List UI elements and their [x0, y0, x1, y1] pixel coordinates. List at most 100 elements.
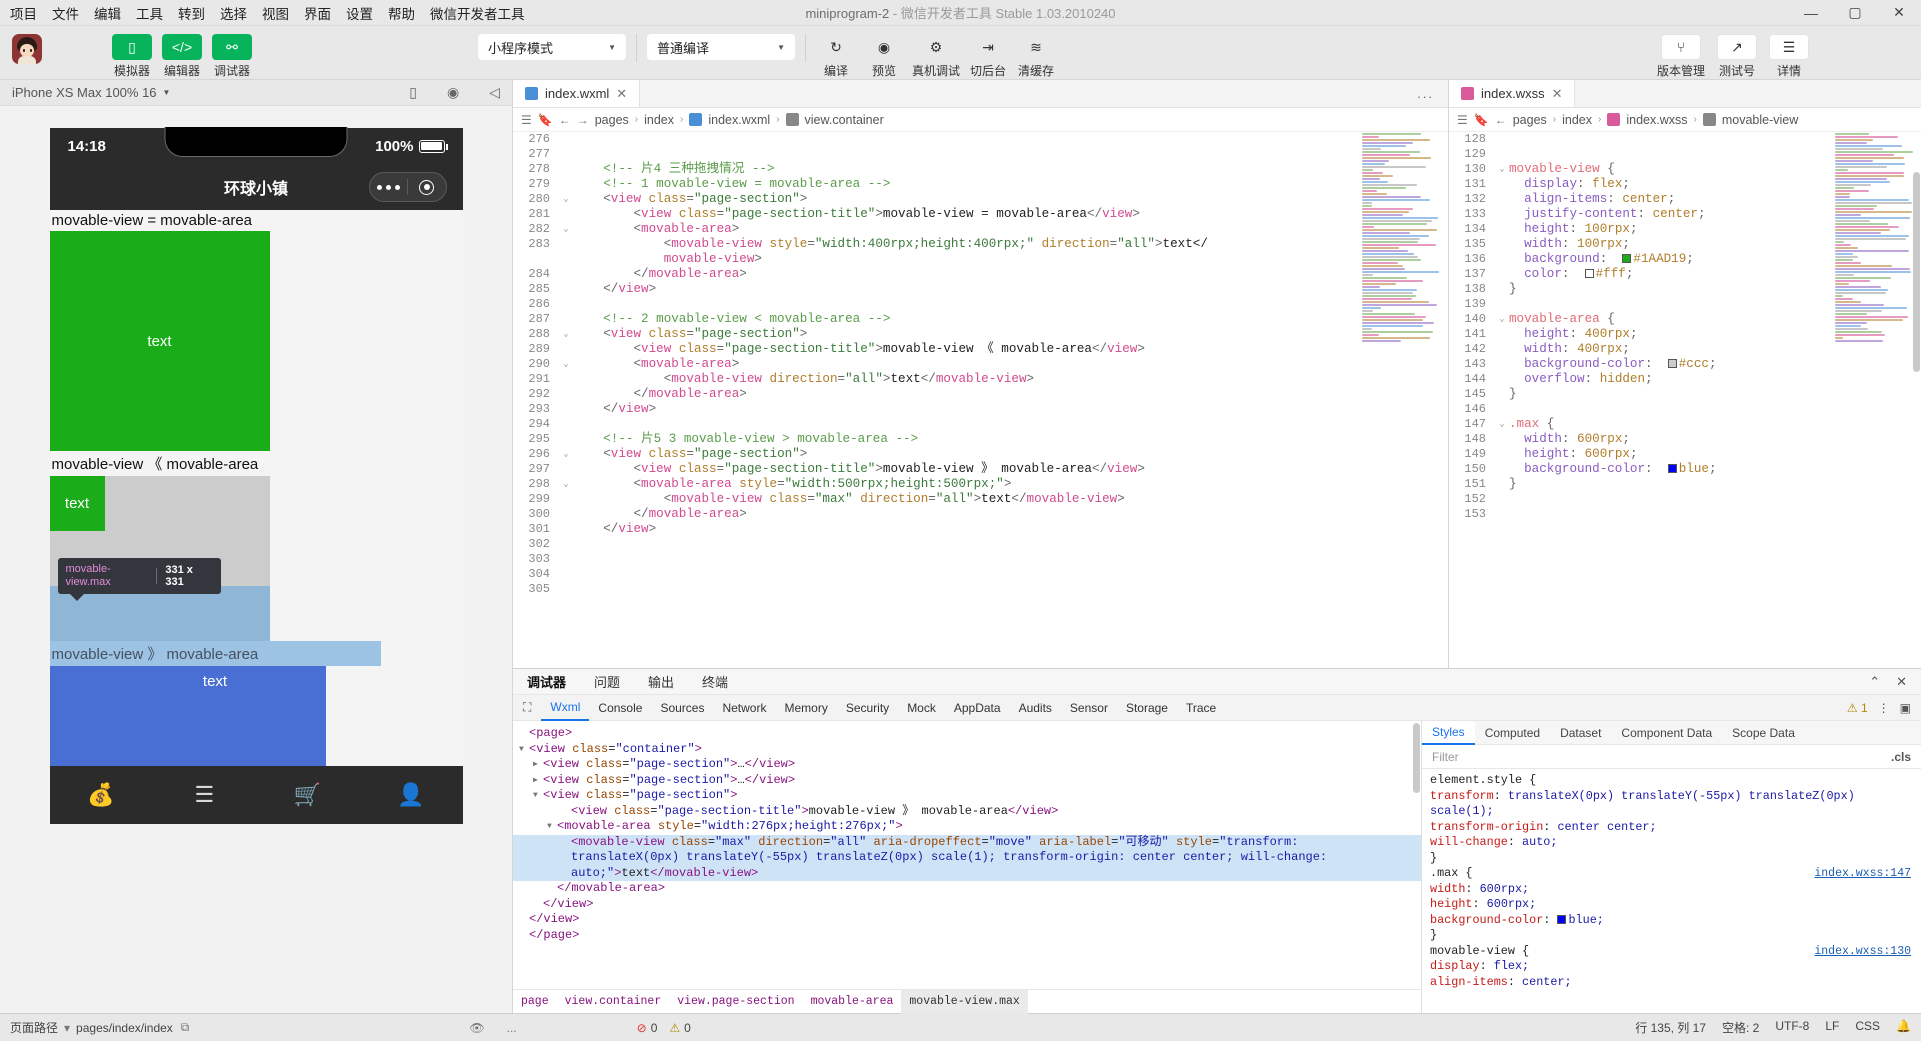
menu-item-7[interactable]: 界面 — [304, 3, 331, 23]
code-line[interactable]: 298⌄ <movable-area style="width:500rpx;h… — [513, 477, 1448, 492]
color-swatch[interactable] — [1557, 915, 1566, 924]
fold-toggle[interactable] — [559, 387, 573, 402]
action-button-1[interactable]: ◉预览 — [864, 34, 904, 79]
devtools-top-tab-0[interactable]: 调试器 — [513, 672, 580, 691]
fold-toggle[interactable] — [559, 552, 573, 567]
devtools-tab-security[interactable]: Security — [837, 695, 898, 721]
bookmark-icon[interactable]: 🔖 — [538, 113, 553, 127]
back-icon[interactable]: ← — [559, 113, 571, 127]
fold-toggle[interactable] — [1495, 252, 1509, 267]
more-icon[interactable]: ⋮ — [1878, 701, 1890, 715]
expand-arrow-icon[interactable] — [519, 726, 529, 742]
fold-toggle[interactable] — [559, 162, 573, 177]
fold-toggle[interactable]: ⌄ — [559, 357, 573, 372]
color-swatch[interactable] — [1668, 359, 1677, 368]
fold-toggle[interactable] — [559, 297, 573, 312]
close-icon[interactable]: ✕ — [616, 86, 627, 102]
menu-item-3[interactable]: 工具 — [136, 3, 163, 23]
avatar[interactable] — [12, 34, 42, 64]
maximize-icon[interactable]: ▢ — [1833, 0, 1877, 26]
devtools-tab-network[interactable]: Network — [713, 695, 775, 721]
expand-arrow-icon[interactable] — [533, 897, 543, 913]
bell-icon[interactable]: 🔔 — [1896, 1019, 1911, 1036]
volume-icon[interactable]: ◁ — [489, 84, 500, 101]
code-line[interactable]: 289 <view class="page-section-title">mov… — [513, 342, 1448, 357]
code-line[interactable]: 299 <movable-view class="max" direction=… — [513, 492, 1448, 507]
menu-item-1[interactable]: 文件 — [52, 3, 79, 23]
code-line[interactable]: 300 </movable-area> — [513, 507, 1448, 522]
dom-crumb-4[interactable]: movable-view.max — [901, 990, 1027, 1014]
menu-item-5[interactable]: 选择 — [220, 3, 247, 23]
crumb-pages[interactable]: pages — [1513, 113, 1547, 127]
fold-toggle[interactable] — [559, 267, 573, 282]
device-select-value[interactable]: iPhone XS Max 100% 16 — [12, 85, 157, 100]
back-icon[interactable]: ← — [1495, 113, 1507, 127]
fold-toggle[interactable] — [559, 522, 573, 537]
fold-toggle[interactable] — [559, 237, 573, 252]
code-line[interactable]: 297 <view class="page-section-title">mov… — [513, 462, 1448, 477]
close-circle-icon[interactable] — [408, 180, 446, 195]
fold-toggle[interactable] — [559, 432, 573, 447]
styles-rules[interactable]: element.style { transform: translateX(0p… — [1422, 769, 1921, 1013]
code-line[interactable]: 285 </view> — [513, 282, 1448, 297]
wxss-minimap[interactable] — [1829, 132, 1921, 668]
devtools-tab-storage[interactable]: Storage — [1117, 695, 1177, 721]
minimize-icon[interactable]: — — [1789, 0, 1833, 26]
fold-toggle[interactable] — [1495, 177, 1509, 192]
fold-toggle[interactable] — [559, 417, 573, 432]
wxss-code-view[interactable]: 128129130⌄movable-view {131 display: fle… — [1449, 132, 1921, 668]
style-declaration[interactable]: align-items: center; — [1430, 975, 1921, 991]
tab-money[interactable]: 💰 — [50, 782, 153, 808]
style-declaration[interactable]: } — [1430, 928, 1921, 944]
status-path-value[interactable]: pages/index/index — [76, 1021, 173, 1035]
dom-node[interactable]: ▼<view class="container"> — [513, 742, 1421, 758]
code-line[interactable]: 302 — [513, 537, 1448, 552]
dom-crumb-1[interactable]: view.container — [557, 990, 670, 1014]
menu-item-10[interactable]: 微信开发者工具 — [430, 3, 525, 23]
crumb-file[interactable]: index.wxml — [708, 113, 770, 127]
fold-toggle[interactable] — [559, 582, 573, 597]
fold-toggle[interactable]: ⌄ — [1495, 162, 1509, 177]
expand-arrow-icon[interactable] — [547, 881, 557, 897]
fold-toggle[interactable] — [1495, 222, 1509, 237]
fold-toggle[interactable] — [559, 132, 573, 147]
copy-icon[interactable]: ⧉ — [181, 1020, 190, 1035]
fold-toggle[interactable] — [559, 537, 573, 552]
style-declaration[interactable]: background-color: blue; — [1430, 913, 1921, 929]
expand-arrow-icon[interactable] — [561, 835, 571, 851]
dom-scrollbar[interactable] — [1411, 721, 1421, 989]
fold-toggle[interactable] — [1495, 387, 1509, 402]
code-line[interactable]: 293 </view> — [513, 402, 1448, 417]
chevron-down-icon[interactable]: ▾ — [64, 1021, 70, 1035]
fold-toggle[interactable]: ⌄ — [559, 477, 573, 492]
styles-tab-4[interactable]: Scope Data — [1722, 721, 1805, 745]
code-line[interactable]: 280⌄ <view class="page-section"> — [513, 192, 1448, 207]
code-line[interactable]: 277 — [513, 147, 1448, 162]
menu-item-4[interactable]: 转到 — [178, 3, 205, 23]
devtools-top-tab-1[interactable]: 问题 — [580, 672, 634, 691]
dom-node[interactable]: </page> — [513, 928, 1421, 944]
code-line[interactable]: 294 — [513, 417, 1448, 432]
menu-item-8[interactable]: 设置 — [346, 3, 373, 23]
crumb-pages[interactable]: pages — [595, 113, 629, 127]
panel-toggle-2[interactable]: ⚯调试器 — [212, 34, 252, 79]
devtools-top-tab-3[interactable]: 终端 — [688, 672, 742, 691]
fold-toggle[interactable] — [1495, 432, 1509, 447]
capsule-buttons[interactable] — [369, 172, 447, 202]
code-line[interactable]: 283 <movable-view style="width:400rpx;he… — [513, 237, 1448, 252]
record-icon[interactable]: ◉ — [447, 84, 459, 101]
fold-toggle[interactable]: ⌄ — [559, 327, 573, 342]
line-ending[interactable]: LF — [1825, 1019, 1839, 1036]
dock-icon[interactable]: ▣ — [1900, 701, 1911, 715]
movable-view-1[interactable]: text — [50, 231, 270, 451]
code-line[interactable]: 295 <!-- 片5 3 movable-view > movable-are… — [513, 432, 1448, 447]
collapse-icon[interactable]: ⌃ — [1869, 674, 1880, 690]
warning-badge[interactable]: ⚠ 1 — [1847, 701, 1868, 715]
cls-toggle[interactable]: .cls — [1891, 750, 1911, 764]
close-icon[interactable]: ✕ — [1896, 674, 1907, 690]
fold-toggle[interactable] — [1495, 357, 1509, 372]
fold-toggle[interactable] — [559, 207, 573, 222]
fold-toggle[interactable] — [1495, 477, 1509, 492]
code-line[interactable]: 276 — [513, 132, 1448, 147]
fold-toggle[interactable] — [1495, 507, 1509, 522]
